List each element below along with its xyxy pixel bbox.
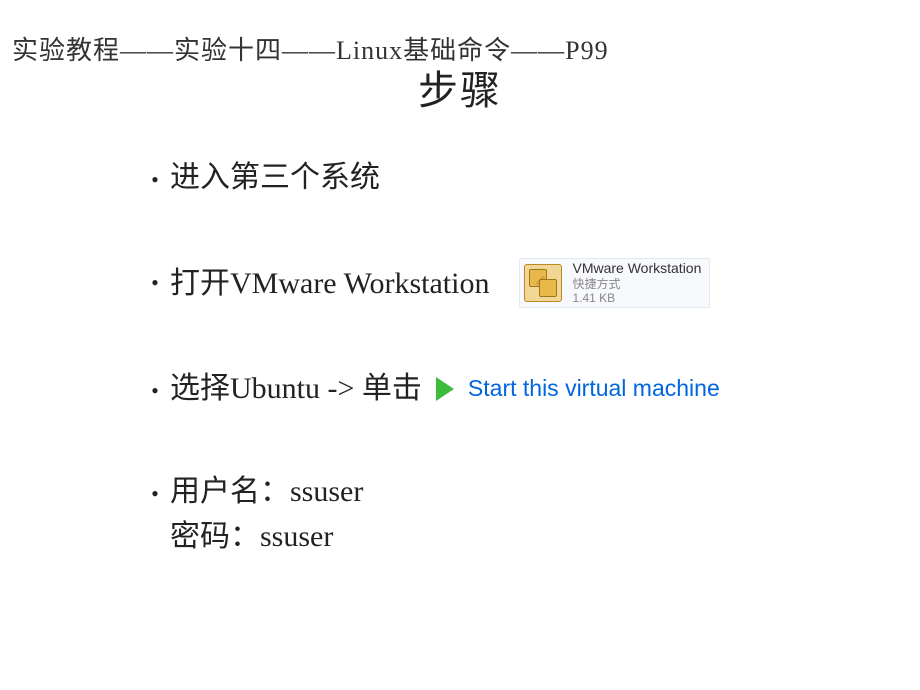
- start-vm-label: Start this virtual machine: [468, 371, 720, 406]
- list-item: • 选择Ubuntu -> 单击 Start this virtual mach…: [140, 366, 880, 411]
- bullet-text: 选择Ubuntu -> 单击: [170, 366, 422, 411]
- slide-title: 步骤: [418, 58, 502, 116]
- list-item: • 进入第三个系统: [140, 155, 880, 200]
- start-vm-link[interactable]: Start this virtual machine: [436, 371, 720, 406]
- vmware-icon: [524, 264, 562, 302]
- bullet-dot-icon: •: [140, 155, 170, 196]
- bullet-text: 进入第三个系统: [170, 155, 880, 200]
- breadcrumb-header: 实验教程——实验十四——Linux基础命令——P99: [12, 30, 609, 67]
- password-text: 密码：ssuser: [170, 514, 880, 559]
- bullet-dot-icon: •: [140, 258, 170, 299]
- shortcut-size: 1.41 KB: [572, 291, 701, 305]
- bullet-list: • 进入第三个系统 • 打开VMware Workstation VMware …: [140, 155, 880, 617]
- username-text: 用户名：ssuser: [170, 469, 880, 514]
- shortcut-name: VMware Workstation: [572, 260, 701, 277]
- list-item: • 打开VMware Workstation VMware Workstatio…: [140, 258, 880, 308]
- shortcut-type: 快捷方式: [572, 277, 701, 291]
- bullet-dot-icon: •: [140, 366, 170, 407]
- bullet-dot-icon: •: [140, 469, 170, 510]
- bullet-text: 打开VMware Workstation: [170, 261, 489, 306]
- vmware-shortcut-tile: VMware Workstation 快捷方式 1.41 KB: [519, 258, 710, 308]
- play-icon: [436, 377, 454, 401]
- list-item: • 用户名：ssuser 密码：ssuser: [140, 469, 880, 559]
